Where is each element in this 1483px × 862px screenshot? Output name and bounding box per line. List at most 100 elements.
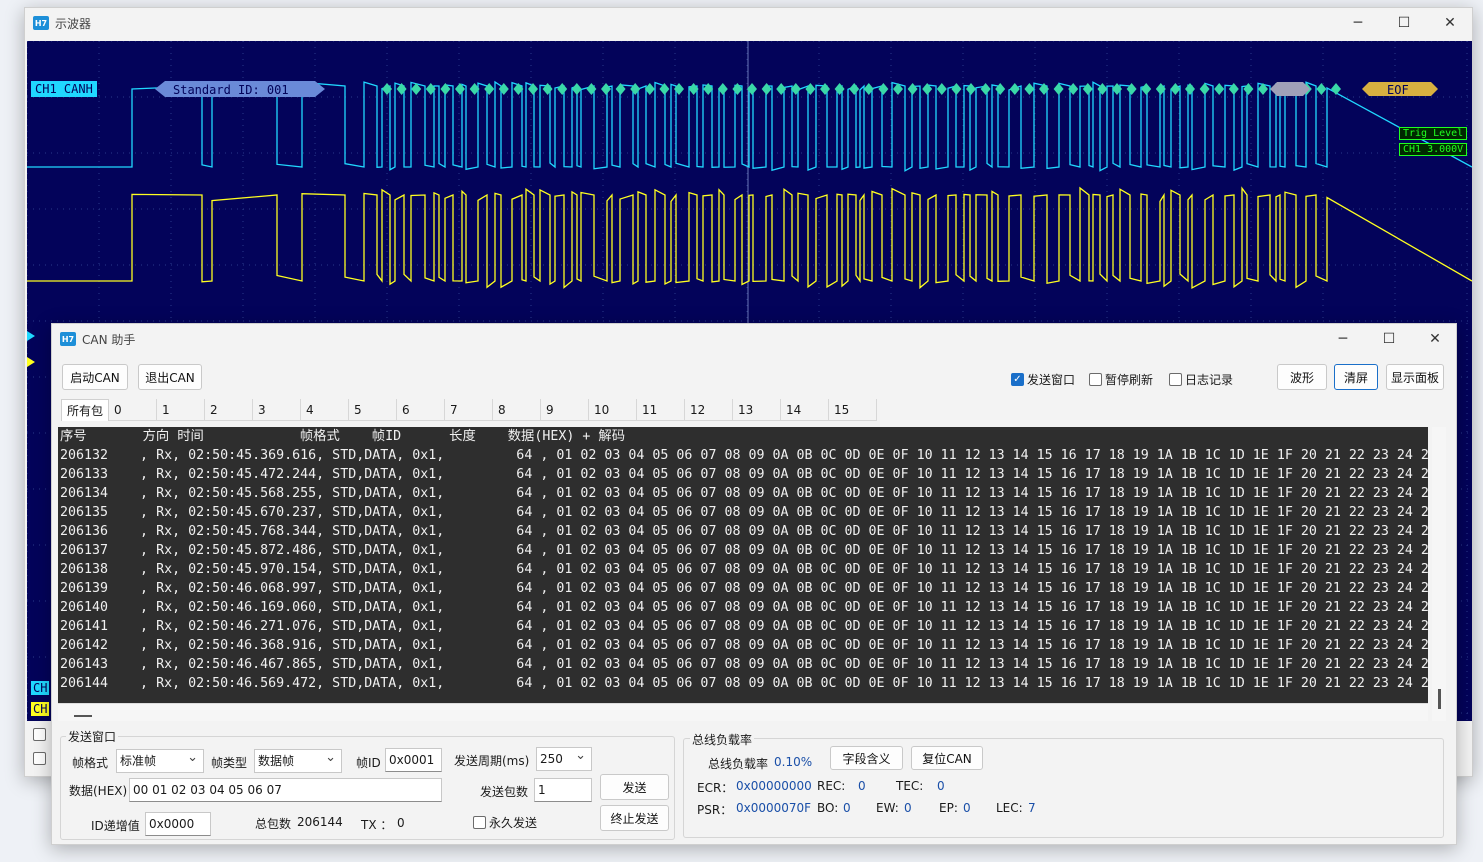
- tab-3[interactable]: 3: [253, 399, 301, 421]
- rec-value: 0: [858, 779, 866, 793]
- scope-checkbox-2[interactable]: [33, 752, 46, 765]
- display-panel-button[interactable]: 显示面板: [1386, 364, 1444, 390]
- frame-id-input[interactable]: 0x0001: [385, 748, 442, 772]
- decode-byte-marker: [849, 83, 860, 95]
- log-row[interactable]: 206138 , Rx, 02:50:45.970.154, STD,DATA,…: [58, 560, 1428, 579]
- crc-marker: [1270, 82, 1310, 96]
- log-row[interactable]: 206139 , Rx, 02:50:46.068.997, STD,DATA,…: [58, 579, 1428, 598]
- decode-byte-marker: [1316, 83, 1327, 95]
- log-row[interactable]: 206132 , Rx, 02:50:45.369.616, STD,DATA,…: [58, 446, 1428, 465]
- ch-side-label-2: CH: [31, 702, 50, 716]
- tab-8[interactable]: 8: [493, 399, 541, 421]
- send-window-checkbox[interactable]: ✓ 发送窗口: [1011, 371, 1075, 388]
- tab-9[interactable]: 9: [541, 399, 589, 421]
- log-record-checkbox[interactable]: 日志记录: [1169, 371, 1233, 388]
- tec-label: TEC:: [896, 779, 924, 793]
- minimize-icon[interactable]: ─: [1320, 324, 1366, 354]
- hscroll-thumb[interactable]: [74, 715, 92, 717]
- total-packets-value: 206144: [297, 815, 343, 829]
- can-title: CAN 助手: [82, 332, 136, 347]
- log-row[interactable]: 206142 , Rx, 02:50:46.368.916, STD,DATA,…: [58, 636, 1428, 655]
- tab-7[interactable]: 7: [445, 399, 493, 421]
- tab-all[interactable]: 所有包: [61, 399, 109, 421]
- tab-5[interactable]: 5: [349, 399, 397, 421]
- forever-send-checkbox[interactable]: 永久发送: [473, 814, 537, 831]
- maximize-icon[interactable]: ☐: [1381, 8, 1427, 38]
- psr-value: 0x0000070F: [736, 801, 812, 815]
- checkmark-icon: ✓: [1011, 373, 1024, 386]
- field-meaning-button[interactable]: 字段含义: [830, 746, 903, 770]
- log-row[interactable]: 206141 , Rx, 02:50:46.271.076, STD,DATA,…: [58, 617, 1428, 636]
- decode-byte-marker: [1082, 83, 1093, 95]
- send-count-label: 发送包数: [480, 785, 529, 799]
- tab-14[interactable]: 14: [781, 399, 829, 421]
- send-button[interactable]: 发送: [600, 774, 669, 800]
- log-row[interactable]: 206140 , Rx, 02:50:46.169.060, STD,DATA,…: [58, 598, 1428, 617]
- minimize-icon[interactable]: ─: [1335, 8, 1381, 38]
- decode-byte-marker: [966, 83, 976, 95]
- stop-send-button[interactable]: 终止发送: [600, 805, 669, 831]
- channel-tabs: 所有包 0 1 2 3 4 5 6 7 8 9 10 11 12 13 14 15: [61, 399, 877, 421]
- frame-format-select[interactable]: 标准帧: [116, 747, 204, 773]
- log-hscrollbar[interactable]: [58, 703, 1428, 721]
- tab-11[interactable]: 11: [637, 399, 685, 421]
- checkbox-label: 发送窗口: [1027, 373, 1076, 387]
- tab-2[interactable]: 2: [205, 399, 253, 421]
- pause-refresh-checkbox[interactable]: 暂停刷新: [1089, 371, 1153, 388]
- close-icon[interactable]: ✕: [1427, 8, 1473, 38]
- log-row[interactable]: 206134 , Rx, 02:50:45.568.255, STD,DATA,…: [58, 484, 1428, 503]
- log-row[interactable]: 206133 , Rx, 02:50:45.472.244, STD,DATA,…: [58, 465, 1428, 484]
- h7-logo-icon: H7: [33, 16, 49, 30]
- log-row[interactable]: 206136 , Rx, 02:50:45.768.344, STD,DATA,…: [58, 522, 1428, 541]
- tab-13[interactable]: 13: [733, 399, 781, 421]
- tab-15[interactable]: 15: [829, 399, 877, 421]
- scope-checkbox-1[interactable]: [33, 728, 46, 741]
- ch1-label: CH1 CANH: [31, 81, 97, 97]
- ch-side-label-1: CH: [31, 681, 50, 695]
- eof-text: EOF: [1387, 83, 1409, 97]
- frame-type-select[interactable]: 数据帧: [254, 747, 342, 773]
- decode-byte-marker: [1228, 83, 1239, 95]
- tab-0[interactable]: 0: [109, 399, 157, 421]
- tab-12[interactable]: 12: [685, 399, 733, 421]
- tab-6[interactable]: 6: [397, 399, 445, 421]
- wave-button[interactable]: 波形: [1277, 364, 1327, 390]
- data-hex-label: 数据(HEX): [69, 784, 128, 798]
- send-group-title: 发送窗口: [66, 728, 119, 745]
- close-icon[interactable]: ✕: [1412, 324, 1458, 354]
- bus-load-label: 总线负载率: [708, 757, 769, 771]
- decode-byte-marker: [936, 83, 947, 95]
- checkbox-label: 日志记录: [1185, 373, 1234, 387]
- ch2-marker-icon: [27, 357, 35, 367]
- decode-byte-marker: [995, 83, 1006, 95]
- checkbox-box: [1169, 373, 1182, 386]
- ecr-value: 0x00000000: [736, 779, 812, 793]
- exit-can-button[interactable]: 退出CAN: [138, 364, 202, 390]
- data-hex-input[interactable]: 00 01 02 03 04 05 06 07: [129, 778, 442, 802]
- tab-4[interactable]: 4: [301, 399, 349, 421]
- period-select[interactable]: 250: [536, 745, 592, 771]
- log-row[interactable]: 206144 , Rx, 02:50:46.569.472, STD,DATA,…: [58, 674, 1428, 693]
- reset-can-button[interactable]: 复位CAN: [911, 746, 983, 770]
- log-row[interactable]: 206135 , Rx, 02:50:45.670.237, STD,DATA,…: [58, 503, 1428, 522]
- start-can-button[interactable]: 启动CAN: [62, 364, 128, 390]
- clear-screen-button[interactable]: 清屏: [1334, 364, 1378, 390]
- decode-byte-marker: [484, 83, 495, 95]
- log-vscrollbar[interactable]: [1432, 427, 1446, 721]
- vscroll-thumb[interactable]: [1438, 689, 1441, 709]
- can-assistant-window: H7 CAN 助手 ─ ☐ ✕ 启动CAN 退出CAN ✓ 发送窗口 暂停刷新 日…: [51, 323, 1457, 845]
- tab-10[interactable]: 10: [589, 399, 637, 421]
- id-increment-input[interactable]: 0x0000: [145, 812, 211, 836]
- send-count-input[interactable]: 1: [534, 778, 592, 802]
- decode-byte-marker: [907, 83, 918, 95]
- decode-byte-marker: [1053, 83, 1064, 95]
- maximize-icon[interactable]: ☐: [1366, 324, 1412, 354]
- tab-1[interactable]: 1: [157, 399, 205, 421]
- frame-id-label: 帧ID: [356, 756, 381, 770]
- decode-byte-marker: [761, 83, 772, 95]
- log-row[interactable]: 206137 , Rx, 02:50:45.872.486, STD,DATA,…: [58, 541, 1428, 560]
- message-log[interactable]: 序号 方向 时间 帧格式 帧ID 长度 数据(HEX) + 解码 206132 …: [58, 427, 1428, 703]
- log-row[interactable]: 206143 , Rx, 02:50:46.467.865, STD,DATA,…: [58, 655, 1428, 674]
- decode-byte-marker: [1185, 83, 1195, 95]
- decode-byte-marker: [1170, 83, 1181, 95]
